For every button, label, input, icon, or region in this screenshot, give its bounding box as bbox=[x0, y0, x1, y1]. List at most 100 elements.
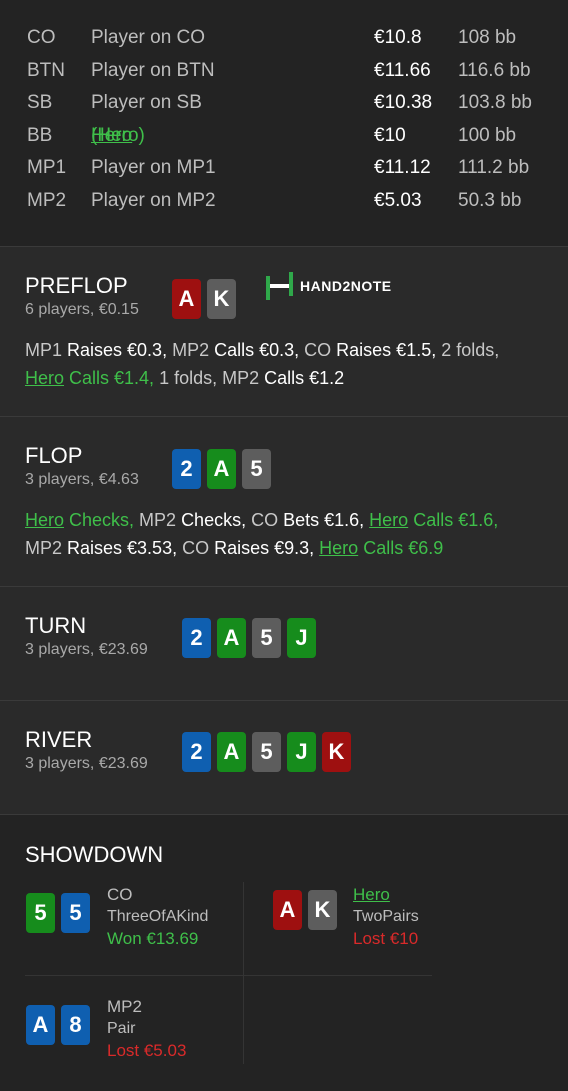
hero-suffix: (Hero) bbox=[91, 124, 145, 146]
street-subtitle: 3 players, €23.69 bbox=[25, 755, 148, 772]
action-text: MP2 bbox=[222, 368, 265, 388]
action-text: Calls €0.3, bbox=[214, 340, 305, 360]
street-subtitle: 6 players, €0.15 bbox=[25, 301, 139, 318]
action-text: MP2 bbox=[25, 538, 68, 558]
card-five-diamonds: 5 bbox=[61, 893, 90, 933]
player-stack-bb: 111.2 bb bbox=[458, 157, 530, 179]
action-text: CO bbox=[182, 538, 215, 558]
flop-actions: Hero Checks, MP2 Checks, CO Bets €1.6, H… bbox=[25, 506, 548, 562]
showdown-hand: ThreeOfAKind bbox=[107, 908, 209, 925]
action-text: MP2 bbox=[139, 510, 182, 530]
player-stack: €10.38 bbox=[374, 92, 433, 114]
divider bbox=[243, 882, 244, 1064]
player-row: SB Player on SB €10.38 103.8 bb bbox=[0, 92, 568, 125]
player-position: SB bbox=[27, 92, 53, 114]
card-ace-diamonds: A bbox=[26, 1005, 55, 1045]
action-text: CO bbox=[251, 510, 284, 530]
street-flop: FLOP 3 players, €4.63 2 A 5 Hero Checks,… bbox=[0, 417, 568, 587]
street-title: TURN bbox=[25, 613, 87, 638]
hero-hole-cards: A K bbox=[172, 279, 236, 319]
action-text: Calls €1.6, bbox=[408, 510, 499, 530]
hero-link[interactable]: Hero bbox=[353, 885, 419, 905]
street-title: RIVER bbox=[25, 727, 93, 752]
hero-link[interactable]: Hero bbox=[25, 510, 64, 530]
street-river: RIVER 3 players, €23.69 2 A 5 J K bbox=[0, 701, 568, 815]
card-ace-clubs: A bbox=[217, 618, 246, 658]
player-stack-bb: 116.6 bb bbox=[458, 59, 531, 81]
action-text: Raises €0.3, bbox=[67, 340, 173, 360]
street-title: FLOP bbox=[25, 443, 83, 468]
showdown-hand: TwoPairs bbox=[353, 908, 419, 925]
player-stack: €5.03 bbox=[374, 189, 422, 211]
showdown-cards: A K bbox=[273, 890, 337, 930]
action-text: Checks, bbox=[181, 510, 252, 530]
player-position: BB bbox=[27, 124, 53, 146]
player-stack-bb: 50.3 bb bbox=[458, 189, 522, 211]
player-row: BTN Player on BTN €11.66 116.6 bb bbox=[0, 60, 568, 93]
street-turn: TURN 3 players, €23.69 2 A 5 J bbox=[0, 587, 568, 701]
action-text: Raises €3.53, bbox=[67, 538, 183, 558]
player-row: MP1 Player on MP1 €11.12 111.2 bb bbox=[0, 157, 568, 190]
player-position: BTN bbox=[27, 59, 65, 81]
showdown-result: Lost €5.03 bbox=[107, 1041, 187, 1060]
player-name: Player on CO bbox=[91, 27, 206, 48]
player-position: MP1 bbox=[27, 157, 67, 179]
player-stack: €10 bbox=[374, 124, 406, 146]
player-stack: €10.8 bbox=[374, 27, 422, 48]
action-text: 2 folds, bbox=[441, 340, 500, 360]
player-name: Player on SB bbox=[91, 92, 202, 114]
action-text: 1 folds, bbox=[159, 368, 223, 388]
action-text: Raises €9.3, bbox=[214, 538, 320, 558]
hero-link[interactable]: Hero bbox=[319, 538, 358, 558]
card-king-spades: K bbox=[207, 279, 236, 319]
card-five-clubs: 5 bbox=[26, 893, 55, 933]
action-text: Calls €1.2 bbox=[264, 368, 345, 388]
player-position: MP2 bbox=[27, 189, 67, 211]
showdown-hand: Pair bbox=[107, 1020, 136, 1037]
showdown-player: CO bbox=[107, 885, 133, 904]
hand2note-logo: HAND2NOTE bbox=[266, 272, 392, 300]
card-five-spades: 5 bbox=[252, 618, 281, 658]
action-text: Calls €1.4, bbox=[64, 368, 160, 388]
card-two-diamonds: 2 bbox=[182, 732, 211, 772]
board-cards: 2 A 5 J bbox=[182, 618, 316, 658]
action-text: Calls €6.9 bbox=[358, 538, 444, 558]
action-text: Raises €1.5, bbox=[336, 340, 442, 360]
divider bbox=[25, 975, 432, 976]
card-ace-clubs: A bbox=[217, 732, 246, 772]
showdown-cards: A 8 bbox=[26, 1005, 90, 1045]
player-row: MP2 Player on MP2 €5.03 50.3 bb bbox=[0, 190, 568, 223]
player-row-hero: BB Hero (Hero) €10 100 bb bbox=[0, 125, 568, 158]
player-name: Player on BTN bbox=[91, 59, 215, 81]
hero-link[interactable]: Hero bbox=[369, 510, 408, 530]
player-stack-bb: 100 bb bbox=[458, 124, 517, 146]
player-position: CO bbox=[27, 27, 56, 48]
action-text: MP1 bbox=[25, 340, 68, 360]
card-jack-clubs: J bbox=[287, 618, 316, 658]
action-text: Bets €1.6, bbox=[283, 510, 370, 530]
preflop-actions: MP1 Raises €0.3, MP2 Calls €0.3, CO Rais… bbox=[25, 336, 548, 392]
showdown-info: Hero TwoPairs Lost €10 bbox=[353, 885, 419, 949]
board-cards: 2 A 5 bbox=[172, 449, 271, 489]
showdown-section: SHOWDOWN 5 5 CO ThreeOfAKind Won €13.69 … bbox=[0, 815, 568, 1091]
card-five-spades: 5 bbox=[252, 732, 281, 772]
showdown-info: MP2 Pair Lost €5.03 bbox=[107, 997, 186, 1061]
action-text: Checks, bbox=[64, 510, 140, 530]
card-two-diamonds: 2 bbox=[172, 449, 201, 489]
card-jack-clubs: J bbox=[287, 732, 316, 772]
card-eight-diamonds: 8 bbox=[61, 1005, 90, 1045]
player-stack-bb: 108 bb bbox=[458, 27, 517, 48]
card-ace-hearts: A bbox=[273, 890, 302, 930]
hero-link[interactable]: Hero bbox=[25, 368, 64, 388]
player-row: CO Player on CO €10.8 108 bb bbox=[0, 27, 568, 60]
card-two-diamonds: 2 bbox=[182, 618, 211, 658]
board-cards: 2 A 5 J K bbox=[182, 732, 351, 772]
card-ace-clubs: A bbox=[207, 449, 236, 489]
hand2note-logo-text: HAND2NOTE bbox=[300, 278, 392, 294]
card-king-spades: K bbox=[308, 890, 337, 930]
showdown-cards: 5 5 bbox=[26, 893, 90, 933]
players-table: CO Player on CO €10.8 108 bb BTN Player … bbox=[0, 0, 568, 247]
showdown-result: Lost €10 bbox=[353, 929, 419, 948]
street-subtitle: 3 players, €4.63 bbox=[25, 471, 139, 488]
showdown-info: CO ThreeOfAKind Won €13.69 bbox=[107, 885, 208, 949]
